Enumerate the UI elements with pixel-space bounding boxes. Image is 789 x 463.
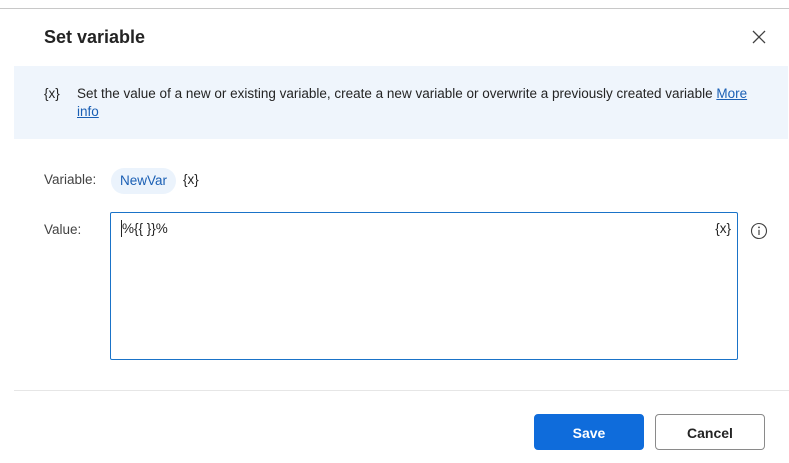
value-text: %{{ }}% (122, 221, 168, 236)
value-info-button[interactable] (750, 222, 768, 240)
value-variable-picker-button[interactable]: {x} (715, 221, 731, 236)
top-divider (0, 8, 789, 9)
variable-name-chip[interactable]: NewVar (111, 168, 177, 194)
cancel-button[interactable]: Cancel (655, 414, 765, 450)
banner-text: Set the value of a new or existing varia… (77, 85, 757, 121)
info-banner: {x} Set the value of a new or existing v… (14, 66, 788, 139)
variable-picker-button[interactable]: {x} (183, 172, 199, 187)
value-input[interactable]: %{{ }}% {x} (110, 212, 738, 360)
info-icon (750, 222, 768, 240)
close-button[interactable] (748, 26, 770, 48)
variable-icon: {x} (44, 86, 60, 101)
variable-label: Variable: (44, 172, 97, 187)
value-label: Value: (44, 222, 82, 237)
close-icon (752, 30, 766, 44)
save-button[interactable]: Save (534, 414, 644, 450)
banner-description: Set the value of a new or existing varia… (77, 86, 717, 101)
footer-divider (14, 390, 789, 391)
dialog-title: Set variable (44, 27, 146, 47)
